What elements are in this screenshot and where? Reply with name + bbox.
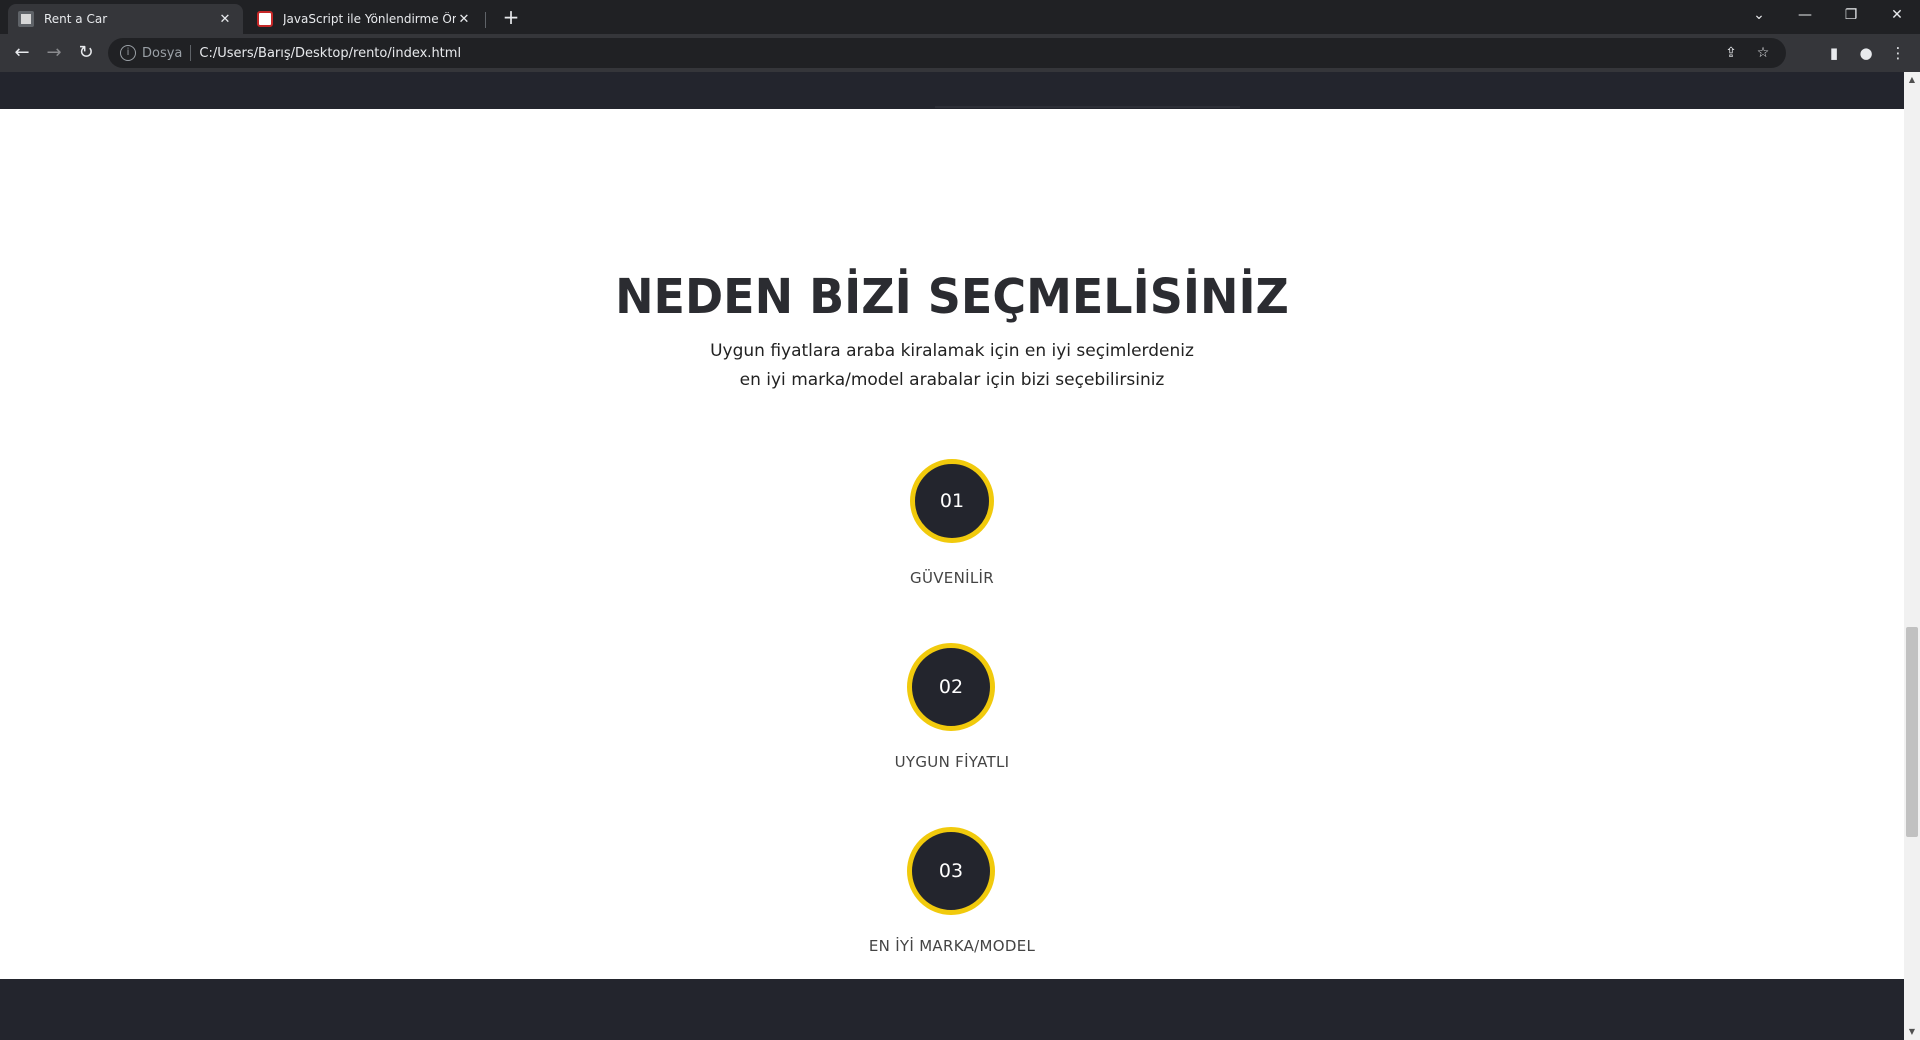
vertical-scrollbar[interactable]: ▲ ▼ (1904, 72, 1920, 1040)
header-band-line (935, 106, 1240, 108)
tab-javascript-example[interactable]: JavaScript ile Yönlendirme Örneğ ✕ (247, 4, 482, 34)
menu-kebab-icon[interactable]: ⋮ (1884, 39, 1912, 67)
tab-title: Rent a Car (44, 12, 108, 26)
url-text[interactable]: C:/Users/Barış/Desktop/rento/index.html (199, 46, 461, 61)
profile-icon[interactable]: ● (1852, 39, 1880, 67)
why-choose-us-section: NEDEN BİZİ SEÇMELİSİNİZ Uygun fiyatlara … (0, 109, 1904, 979)
scroll-down-arrow-icon[interactable]: ▼ (1904, 1024, 1920, 1040)
feature-number-badge: 02 (907, 643, 995, 731)
rent-favicon-icon (18, 11, 34, 27)
scrollbar-thumb[interactable] (1906, 627, 1918, 837)
scheme-label: Dosya (142, 45, 183, 61)
share-icon[interactable]: ⇪ (1716, 38, 1746, 68)
browser-toolbar: ← → ↻ i Dosya C:/Users/Barış/Desktop/ren… (0, 34, 1920, 72)
address-bar[interactable]: i Dosya C:/Users/Barış/Desktop/rento/ind… (108, 38, 1786, 68)
tab-close-icon[interactable]: ✕ (456, 12, 472, 27)
tab-separator (485, 12, 486, 28)
scroll-up-arrow-icon[interactable]: ▲ (1904, 72, 1920, 88)
restore-button[interactable]: ❐ (1828, 0, 1874, 30)
section-title: NEDEN BİZİ SEÇMELİSİNİZ (615, 267, 1289, 325)
bookmark-star-icon[interactable]: ☆ (1748, 38, 1778, 68)
new-tab-button[interactable]: + (498, 4, 524, 30)
minimize-button[interactable]: — (1782, 0, 1828, 30)
feature-label: EN İYİ MARKA/MODEL (868, 937, 1036, 955)
back-arrow-icon[interactable]: ← (8, 39, 36, 67)
side-panel-icon[interactable]: ▮ (1820, 39, 1848, 67)
tab-title: JavaScript ile Yönlendirme Örneğ (283, 12, 456, 26)
section-subtitle-line2: en iyi marka/model arabalar için bizi se… (739, 370, 1165, 390)
feature-label: GÜVENİLİR (910, 569, 994, 587)
feature-item: 03 EN İYİ MARKA/MODEL (0, 827, 1904, 967)
forward-arrow-icon[interactable]: → (40, 39, 68, 67)
tab-strip: Rent a Car ✕ JavaScript ile Yönlendirme … (0, 0, 1920, 34)
header-band (0, 72, 1904, 109)
tab-rent-a-car[interactable]: Rent a Car ✕ (8, 4, 243, 34)
feature-label: UYGUN FİYATLI (894, 753, 1010, 771)
feature-item: 02 UYGUN FİYATLI (0, 643, 1904, 783)
close-window-button[interactable]: ✕ (1874, 0, 1920, 30)
address-divider (190, 45, 192, 61)
info-icon[interactable]: i (120, 45, 136, 61)
footer-band (0, 979, 1904, 1040)
feature-number-badge: 03 (907, 827, 995, 915)
section-subtitle-line1: Uygun fiyatlara araba kiralamak için en … (710, 341, 1194, 361)
feature-number-badge: 01 (910, 459, 994, 543)
reload-icon[interactable]: ↻ (72, 39, 100, 67)
page-viewport: NEDEN BİZİ SEÇMELİSİNİZ Uygun fiyatlara … (0, 72, 1904, 1040)
tab-close-icon[interactable]: ✕ (217, 12, 233, 27)
js-favicon-icon (257, 11, 273, 27)
feature-item: 01 GÜVENİLİR (0, 459, 1904, 599)
tab-search-icon[interactable]: ⌄ (1736, 0, 1782, 30)
